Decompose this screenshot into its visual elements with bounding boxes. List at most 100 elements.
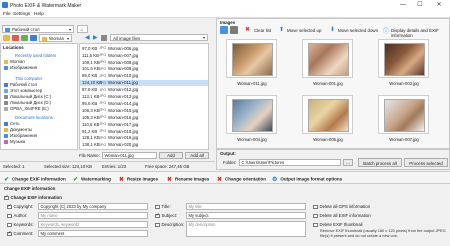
file-row[interactable]: 128,1 KB JPG Woman-019.jpg bbox=[80, 135, 208, 142]
new-folder-icon[interactable] bbox=[21, 35, 28, 41]
checkbox[interactable] bbox=[313, 213, 318, 219]
author-checkbox[interactable]: Author: bbox=[7, 213, 27, 219]
path-dropdown[interactable]: Рабочий стол ▾ bbox=[2, 25, 74, 33]
home-button[interactable]: ⌂ bbox=[77, 25, 88, 33]
file-row[interactable]: 110,6 KB JPG Woman-017.jpg bbox=[80, 121, 208, 128]
folder-dropdown[interactable]: Woman ▾ bbox=[39, 34, 72, 42]
display-details-button[interactable]: ⓘ Display details and EXIF information bbox=[383, 26, 450, 38]
change-exif-checkbox[interactable]: Change EXIF information bbox=[4, 194, 62, 201]
minimize-button[interactable]: — bbox=[396, 1, 410, 10]
file-row[interactable]: 138,1 KB JPG Woman-020.jpg bbox=[80, 142, 208, 149]
close-button[interactable]: ✕ bbox=[432, 1, 446, 10]
checkbox[interactable] bbox=[313, 222, 318, 228]
folder-item[interactable]: OPBA_X64FRE (E:) bbox=[4, 106, 49, 111]
copyright-input[interactable]: Copyright (C) 2023 by My company bbox=[38, 203, 148, 210]
folder-item[interactable]: Локальный Диск (C:) bbox=[4, 94, 51, 99]
checkbox[interactable] bbox=[7, 222, 12, 228]
maximize-button[interactable]: ☐ bbox=[413, 1, 427, 10]
image-list-icon[interactable] bbox=[230, 26, 238, 34]
refresh-icon[interactable] bbox=[12, 35, 19, 41]
subject-input[interactable]: My subject bbox=[186, 212, 306, 219]
thumbnail[interactable] bbox=[226, 39, 277, 78]
tab-output-format[interactable]: ⚙ Output image format options bbox=[272, 176, 342, 182]
tab-change-exif[interactable]: ✔ Change EXIF information bbox=[4, 176, 66, 182]
keywords-input[interactable]: Keyword1, keyword2 bbox=[38, 221, 148, 228]
output-folder-input[interactable]: C:\Users\User\Pictures bbox=[239, 159, 341, 166]
file-row[interactable]: 109,1 KB JPG Woman-008.jpg bbox=[80, 59, 208, 66]
desktop-nav-icon[interactable] bbox=[30, 35, 37, 41]
thumbnail[interactable] bbox=[378, 95, 429, 134]
file-row[interactable]: 97,0 KB JPG Woman-006.jpg bbox=[80, 45, 208, 52]
keywords-checkbox[interactable]: Keywords: bbox=[7, 222, 34, 228]
image-thumb-icon[interactable] bbox=[220, 26, 228, 34]
tab-watermarking[interactable]: ✔ Watermarking bbox=[73, 176, 111, 182]
file-row[interactable]: 105,3 KB JPG Woman-016.jpg bbox=[80, 114, 208, 121]
author-input[interactable]: My name bbox=[38, 212, 148, 219]
view-icon[interactable] bbox=[101, 35, 107, 41]
file-row[interactable]: 91,2 KB JPG Woman-018.jpg bbox=[80, 128, 208, 135]
description-checkbox[interactable]: Description: bbox=[155, 222, 184, 228]
delete-exif-checkbox[interactable]: Delete all EXIF information bbox=[313, 213, 371, 219]
file-row[interactable]: 87,8 KB JPG Woman-012.jpg bbox=[80, 86, 208, 93]
file-row[interactable]: 89,0 KB JPG Woman-010.jpg bbox=[80, 73, 208, 80]
file-row[interactable]: 95,6 KB JPG Woman-014.jpg bbox=[80, 100, 208, 107]
file-row[interactable]: 101,6 KB JPG Woman-009.jpg bbox=[80, 66, 208, 73]
add-all-button[interactable]: Add all bbox=[185, 152, 209, 159]
clear-list-button[interactable]: ✖ Clear list bbox=[245, 26, 279, 35]
title-checkbox[interactable]: Title: bbox=[155, 204, 171, 210]
status-bar: Selected: 1 Selected size: 124,10 KB Ent… bbox=[0, 161, 215, 169]
title-input[interactable]: My title bbox=[186, 203, 306, 210]
folder-item[interactable]: Музыка bbox=[4, 139, 25, 144]
folder-item[interactable]: Документы bbox=[4, 127, 32, 132]
file-row[interactable]: 113,1 KB JPG Woman-013.jpg bbox=[80, 93, 208, 100]
file-row[interactable]: 124,10 KB JPG Woman-011.jpg bbox=[80, 79, 208, 86]
back-icon[interactable]: ◀ bbox=[85, 34, 90, 41]
checkbox[interactable] bbox=[155, 222, 160, 228]
checkbox[interactable] bbox=[7, 203, 12, 210]
checkbox[interactable] bbox=[313, 204, 318, 210]
menu-file[interactable]: File bbox=[3, 12, 11, 17]
checkbox[interactable] bbox=[4, 194, 9, 201]
folder-up-icon[interactable] bbox=[3, 35, 10, 41]
process-selected-button[interactable]: Process selected bbox=[404, 158, 448, 167]
checkbox[interactable] bbox=[7, 230, 12, 237]
checkbox[interactable] bbox=[7, 213, 12, 219]
menu-help[interactable]: Help bbox=[34, 12, 44, 17]
tab-rename[interactable]: ✖ Rename images bbox=[167, 176, 209, 182]
move-down-button[interactable]: ⬇ Move selected down bbox=[330, 26, 382, 35]
checkbox[interactable] bbox=[155, 212, 160, 219]
folder-item[interactable]: Изображения bbox=[4, 65, 37, 70]
folder-item[interactable]: Этот компьютер bbox=[4, 88, 42, 93]
menu-bar: File Settings Help bbox=[0, 11, 450, 18]
batch-process-button[interactable]: Batch process all bbox=[358, 158, 402, 167]
thumbnail[interactable] bbox=[226, 95, 277, 134]
comment-checkbox[interactable]: Comment: bbox=[7, 230, 33, 237]
menu-settings[interactable]: Settings bbox=[13, 12, 30, 17]
file-row[interactable]: 111,5 KB JPG Woman-007.jpg bbox=[80, 52, 208, 59]
description-input[interactable]: My description bbox=[186, 221, 306, 237]
file-name-input[interactable]: Woman-011.jpg bbox=[102, 152, 157, 159]
browse-button[interactable]: ... bbox=[343, 159, 353, 166]
folder-item[interactable]: Рабочий стол bbox=[4, 82, 37, 87]
delete-thumbnail-checkbox[interactable]: Delete EXIF thumbnail bbox=[313, 222, 363, 228]
tab-orientation[interactable]: ✖ Change orientation bbox=[217, 176, 266, 182]
thumbnail[interactable] bbox=[378, 39, 429, 78]
comment-input[interactable]: My comment bbox=[38, 230, 148, 237]
folder-item[interactable]: Сеть bbox=[4, 121, 20, 126]
checkbox[interactable] bbox=[155, 204, 160, 210]
folder-item[interactable]: Woman bbox=[4, 59, 25, 64]
copyright-checkbox[interactable]: Copyright: bbox=[7, 203, 33, 210]
move-up-button[interactable]: ⬆ Move selected up bbox=[279, 26, 331, 35]
file-row[interactable]: 106,3 KB JPG Woman-015.jpg bbox=[80, 107, 208, 114]
folder-item[interactable]: Локальный Диск (D:) bbox=[4, 100, 51, 105]
file-filter-dropdown[interactable]: All image files ▾ bbox=[110, 34, 208, 41]
folder-item[interactable]: Изображения bbox=[4, 133, 37, 138]
tab-resize[interactable]: ✖ Resize images bbox=[119, 176, 158, 182]
forward-icon[interactable]: ▶ bbox=[93, 34, 98, 41]
subject-checkbox[interactable]: Subject: bbox=[155, 212, 177, 219]
thumbnail[interactable] bbox=[302, 39, 353, 78]
add-button[interactable]: Add bbox=[159, 152, 183, 159]
thumbnail[interactable] bbox=[302, 95, 353, 134]
delete-gps-checkbox[interactable]: Delete all GPS information bbox=[313, 204, 370, 210]
jpg-file-icon: JPG bbox=[99, 135, 107, 140]
